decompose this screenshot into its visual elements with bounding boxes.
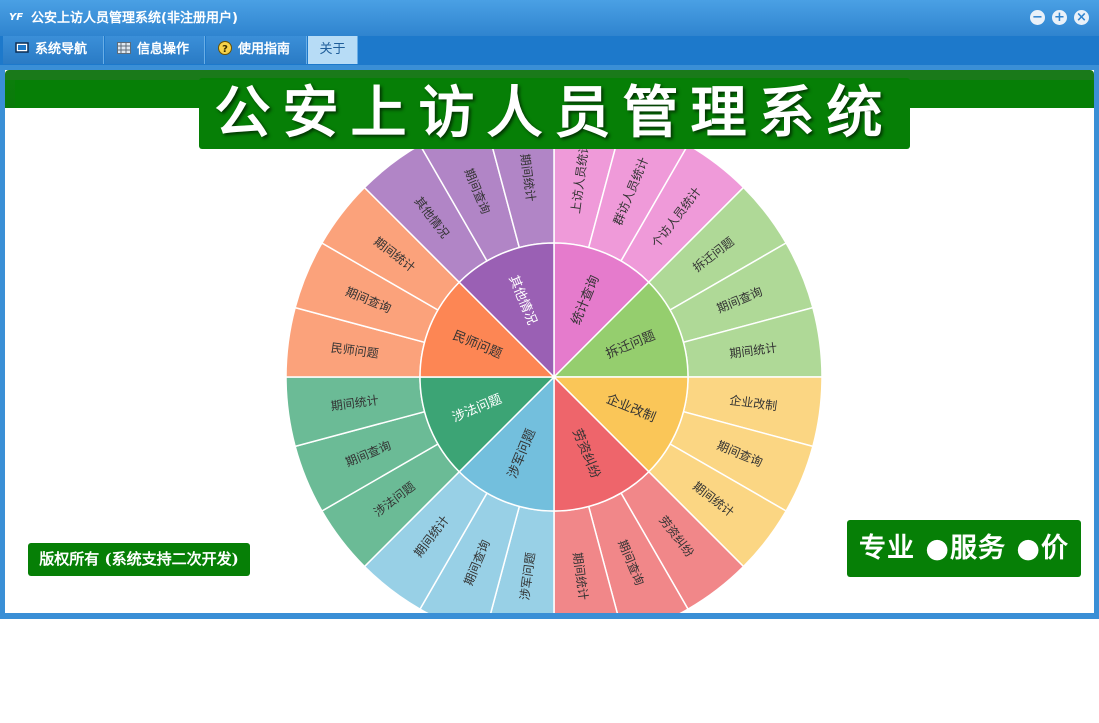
menu-user-guide[interactable]: ? 使用指南 — [206, 36, 307, 64]
menu-about[interactable]: 关于 — [308, 36, 358, 64]
main-content: 上访人员统计 群访人员统计 个访人员统计 拆迁问题 期间查询 期间统计 企业改制 期间查询 期间… — [5, 70, 1094, 613]
menu-label: 信息操作 — [137, 42, 190, 57]
copyright-label: 版权所有 (系统支持二次开发) — [28, 543, 250, 576]
menu-label: 关于 — [319, 42, 346, 57]
slogan-label: 专业 ●服务 ●价值 — [847, 520, 1081, 613]
help-icon: ? — [218, 41, 232, 55]
monitor-icon — [15, 42, 29, 53]
app-window: YF 公安上访人员管理系统(非注册用户) − + × 系统导航 信息操作 ? 使… — [0, 0, 1099, 619]
grid-icon — [117, 42, 131, 54]
menu-label: 系统导航 — [35, 42, 88, 57]
maximize-icon[interactable]: + — [1052, 10, 1067, 25]
window-title: 公安上访人员管理系统(非注册用户) — [31, 11, 238, 26]
app-logo-icon: YF — [9, 12, 24, 23]
svg-text:?: ? — [222, 44, 228, 55]
menu-label: 使用指南 — [238, 42, 291, 57]
system-banner-title: 公安上访人员管理系统 — [199, 78, 910, 149]
close-icon[interactable]: × — [1074, 10, 1089, 25]
minimize-icon[interactable]: − — [1030, 10, 1045, 25]
menu-bar: 系统导航 信息操作 ? 使用指南 关于 — [0, 36, 1099, 65]
title-bar: YF 公安上访人员管理系统(非注册用户) − + × — [0, 0, 1099, 36]
menu-info-operations[interactable]: 信息操作 — [105, 36, 205, 64]
menu-system-navigation[interactable]: 系统导航 — [3, 36, 104, 64]
